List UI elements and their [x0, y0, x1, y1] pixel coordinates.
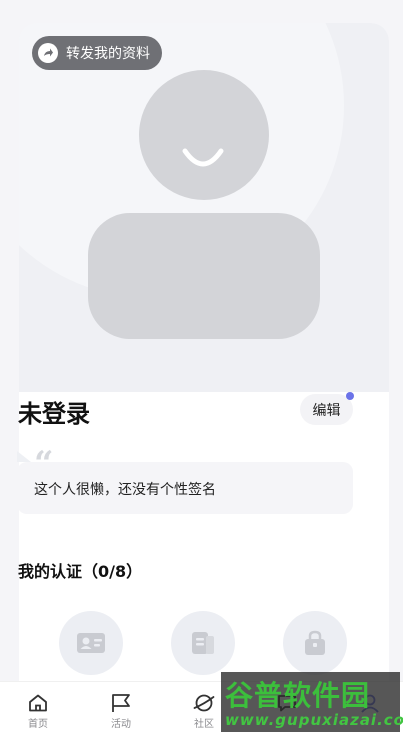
tab-activity-label: 活动: [111, 719, 131, 730]
tab-home-label: 首页: [28, 719, 48, 730]
flag-icon: [112, 694, 130, 712]
avatar-smile: [182, 148, 224, 167]
notification-dot: [346, 392, 354, 400]
share-label: 转发我的资料: [66, 46, 150, 62]
quote-icon: “: [34, 444, 54, 484]
certification-title: 我的认证（0/8）: [18, 562, 143, 581]
planet-icon: [193, 694, 215, 712]
home-icon: [29, 694, 47, 712]
watermark-title: 谷普软件园: [225, 679, 371, 712]
certification-item-id[interactable]: [59, 611, 123, 675]
avatar-body: [88, 213, 320, 339]
user-name: 未登录: [18, 400, 90, 428]
document-icon: [192, 632, 214, 654]
profile-cover: 转发我的资料: [19, 23, 389, 392]
certification-item-document[interactable]: [171, 611, 235, 675]
watermark-url: www.gupuxiazai.com: [225, 711, 403, 729]
share-profile-button[interactable]: 转发我的资料: [32, 36, 162, 70]
edit-button[interactable]: 编辑: [300, 394, 353, 425]
bag-icon: [305, 630, 325, 655]
site-watermark: 谷普软件园 www.gupuxiazai.com: [221, 672, 403, 732]
tab-activity[interactable]: 活动: [96, 682, 146, 735]
id-card-icon: [77, 633, 105, 653]
tab-community-label: 社区: [194, 719, 214, 730]
tab-home[interactable]: 首页: [13, 682, 63, 735]
signature-tail: [17, 451, 31, 462]
profile-card: 转发我的资料: [19, 23, 389, 713]
signature-text: 这个人很懒，还没有个性签名: [34, 482, 216, 498]
share-icon: [38, 43, 58, 63]
avatar-head: [139, 70, 269, 200]
certification-item-bag[interactable]: [283, 611, 347, 675]
